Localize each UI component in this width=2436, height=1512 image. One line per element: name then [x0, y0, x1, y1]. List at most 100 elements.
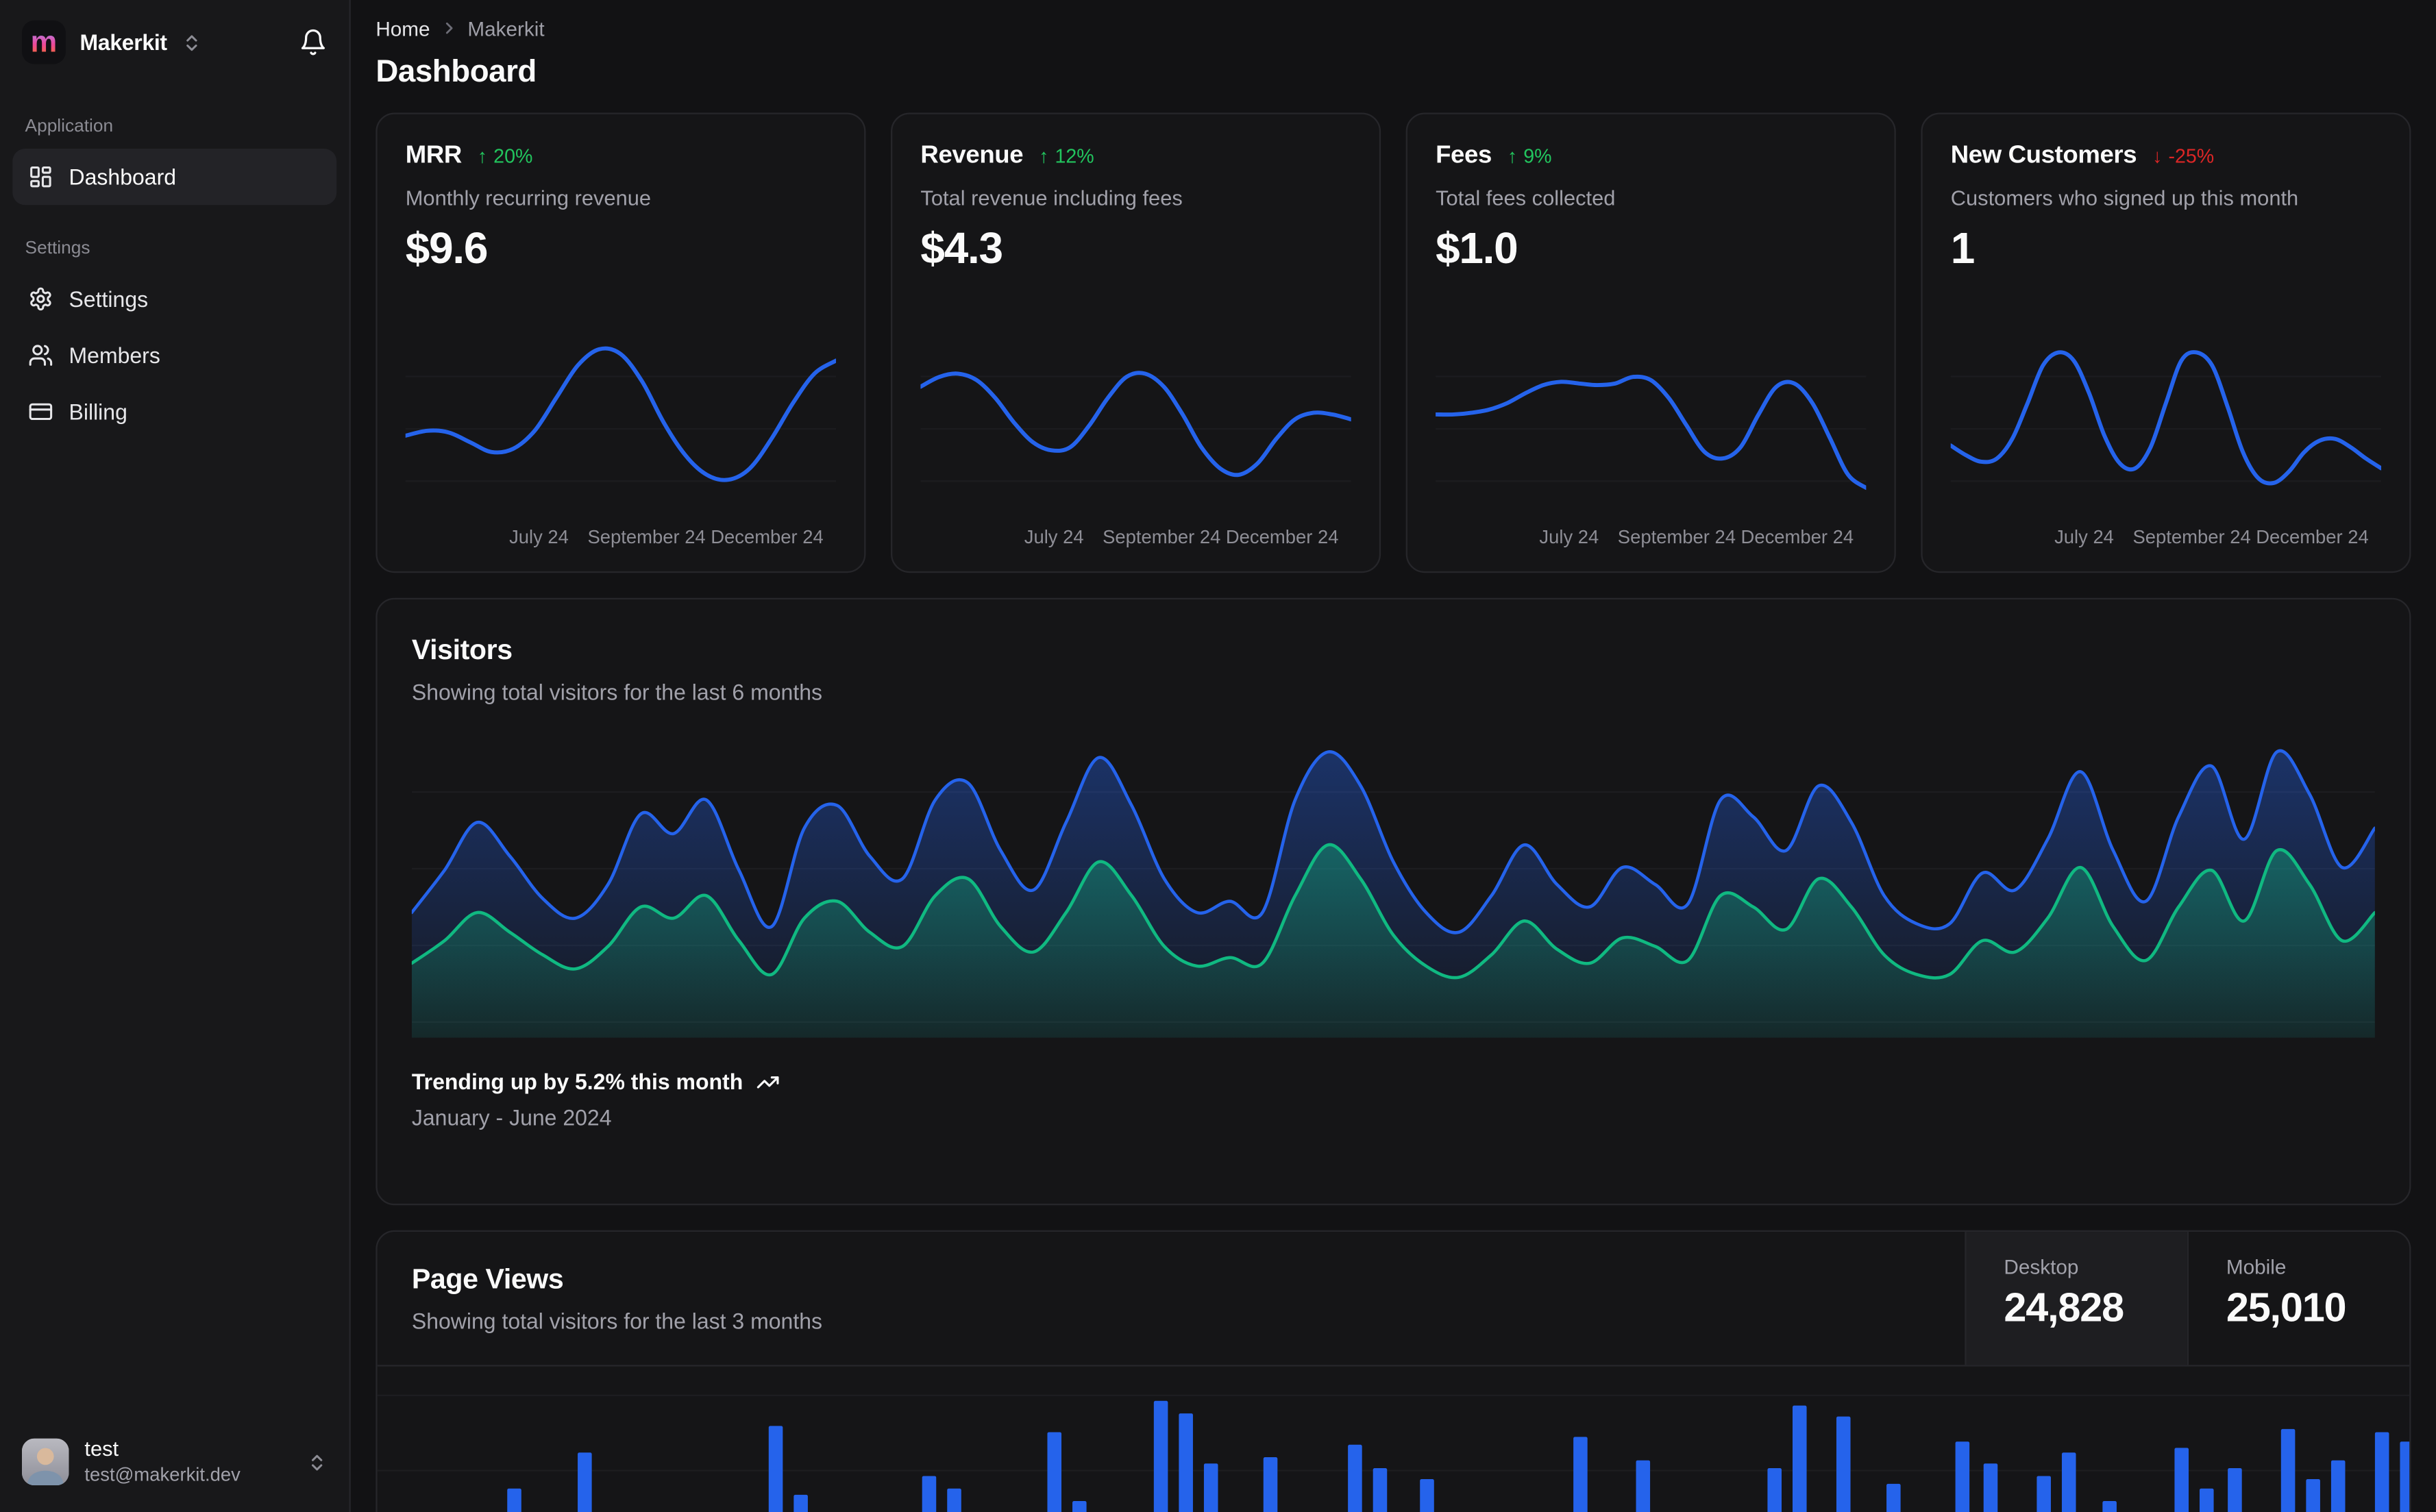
trend-badge: ↓ -25% [2152, 145, 2214, 167]
page-views-bar [922, 1476, 937, 1512]
settings-nav: Settings Members Billing [0, 271, 349, 440]
page-views-bar [768, 1426, 783, 1512]
trend-value: 20% [493, 145, 533, 168]
sidebar-item-members[interactable]: Members [12, 327, 336, 384]
page-views-bar [2174, 1448, 2189, 1512]
page-views-bar [2374, 1432, 2389, 1512]
page-views-bar [1420, 1479, 1434, 1512]
visitors-area-chart [411, 749, 2375, 1038]
new-customers-sparkline-chart [1950, 330, 2382, 515]
axis-label: July 24 [2054, 525, 2114, 548]
page-views-bar [2306, 1479, 2320, 1512]
logo-letter: m [30, 25, 58, 59]
stat-description: Customers who signed up this month [1950, 186, 2299, 210]
sidebar-item-settings[interactable]: Settings [12, 271, 336, 327]
stat-card-new-customers: New Customers ↓ -25% Customers who signed… [1921, 112, 2411, 573]
sidebar-item-label: Members [69, 343, 160, 368]
stat-value: $4.3 [920, 223, 1003, 273]
stat-cards-row: MRR ↑ 20% Monthly recurring revenue $9.6 … [376, 112, 2411, 573]
sidebar-item-label: Billing [69, 399, 127, 425]
trend-badge: ↑ 12% [1039, 145, 1094, 167]
axis-label: September 24 [2132, 525, 2251, 548]
page-views-header: Page Views Showing total visitors for th… [377, 1232, 2410, 1367]
stat-value: $1.0 [1436, 223, 1518, 273]
stat-description: Total fees collected [1436, 186, 1616, 210]
page-views-bar [2200, 1488, 2214, 1512]
axis-label: December 24 [2256, 525, 2369, 548]
axis-label: December 24 [1225, 525, 1339, 548]
trend-value: -25% [2168, 145, 2215, 168]
gridline [377, 1394, 2410, 1396]
page-views-bar [1373, 1468, 1388, 1512]
stat-title: MRR [405, 142, 463, 169]
toggle-value: 24,828 [2004, 1283, 2124, 1330]
axis-label: July 24 [1539, 525, 1599, 548]
page-views-bar [1792, 1405, 1807, 1512]
axis-label: July 24 [509, 525, 569, 548]
breadcrumb-home-link[interactable]: Home [376, 16, 430, 40]
sidebar-item-dashboard[interactable]: Dashboard [12, 149, 337, 206]
stat-value: 1 [1950, 223, 1976, 273]
user-menu[interactable]: test test@makerkit.dev [0, 1418, 349, 1512]
page-views-bar [1203, 1463, 1218, 1512]
makerkit-dashboard-app: m Makerkit Application Dashboard Setting… [0, 0, 2436, 1512]
page-views-bar [1767, 1468, 1782, 1512]
sidebar-item-billing[interactable]: Billing [12, 384, 336, 440]
visitors-title: Visitors [411, 634, 513, 665]
page-views-bar [1836, 1416, 1851, 1512]
page-views-bar [1886, 1483, 1901, 1512]
page-views-series-toggle: Desktop 24,828 Mobile 25,010 [1965, 1232, 2409, 1365]
sparkline-wrap: July 24 September 24 December 24 [1436, 330, 1866, 559]
page-views-bar [1348, 1444, 1362, 1512]
axis-label: September 24 [587, 525, 706, 548]
page-title: Dashboard [376, 54, 537, 90]
page-views-bar [1179, 1413, 1193, 1512]
breadcrumb-current: Makerkit [467, 16, 545, 40]
stat-description: Total revenue including fees [920, 186, 1183, 210]
page-views-card: Page Views Showing total visitors for th… [376, 1230, 2411, 1512]
page-views-bar [578, 1452, 592, 1512]
primary-nav: Dashboard [0, 149, 349, 206]
chevron-right-icon [439, 18, 458, 37]
user-email: test@makerkit.dev [84, 1463, 241, 1486]
visitors-trend-text: Trending up by 5.2% this month [411, 1069, 743, 1095]
makerkit-logo: m [21, 20, 66, 64]
workspace-name: Makerkit [79, 29, 168, 55]
sidebar-item-label: Settings [69, 286, 149, 312]
page-views-bar [507, 1488, 521, 1512]
toggle-desktop[interactable]: Desktop 24,828 [1965, 1232, 2187, 1365]
toggle-mobile[interactable]: Mobile 25,010 [2187, 1232, 2409, 1365]
axis-label: December 24 [1740, 525, 1854, 548]
axis-label: July 24 [1024, 525, 1084, 548]
layout-dashboard-icon [28, 164, 53, 190]
sparkline-wrap: July 24 September 24 December 24 [920, 330, 1351, 559]
page-views-bar [2400, 1441, 2410, 1512]
toggle-label: Mobile [2226, 1255, 2287, 1279]
trend-badge: ↑ 20% [478, 145, 533, 167]
user-name: test [84, 1437, 119, 1461]
stat-card-fees: Fees ↑ 9% Total fees collected $1.0 July … [1405, 112, 1896, 573]
breadcrumb: Home Makerkit [376, 16, 2411, 41]
chevrons-up-down-icon [307, 1452, 328, 1472]
trend-up-arrow-icon: ↑ [1507, 145, 1518, 168]
sidebar: m Makerkit Application Dashboard Setting… [0, 0, 351, 1512]
sparkline-wrap: July 24 September 24 December 24 [1950, 330, 2382, 559]
axis-label: September 24 [1617, 525, 1736, 548]
axis-label: December 24 [711, 525, 824, 548]
stat-title: Fees [1436, 142, 1492, 169]
page-views-subtitle: Showing total visitors for the last 3 mo… [411, 1309, 823, 1334]
workspace-switcher[interactable]: m Makerkit [0, 0, 349, 83]
page-views-bar [1072, 1501, 1087, 1512]
chevrons-up-down-icon [181, 32, 201, 53]
page-views-bar [2061, 1452, 2076, 1512]
trend-down-arrow-icon: ↓ [2152, 145, 2163, 168]
page-views-bar [2228, 1468, 2242, 1512]
fees-sparkline-chart [1436, 330, 1866, 515]
user-meta: test test@makerkit.dev [84, 1437, 240, 1487]
sparkline-axis: July 24 September 24 December 24 [1951, 523, 2381, 551]
trend-value: 12% [1055, 145, 1094, 168]
stat-description: Monthly recurring revenue [405, 186, 652, 210]
revenue-sparkline-chart [920, 330, 1351, 482]
avatar [21, 1438, 69, 1486]
bell-icon[interactable] [299, 28, 327, 56]
